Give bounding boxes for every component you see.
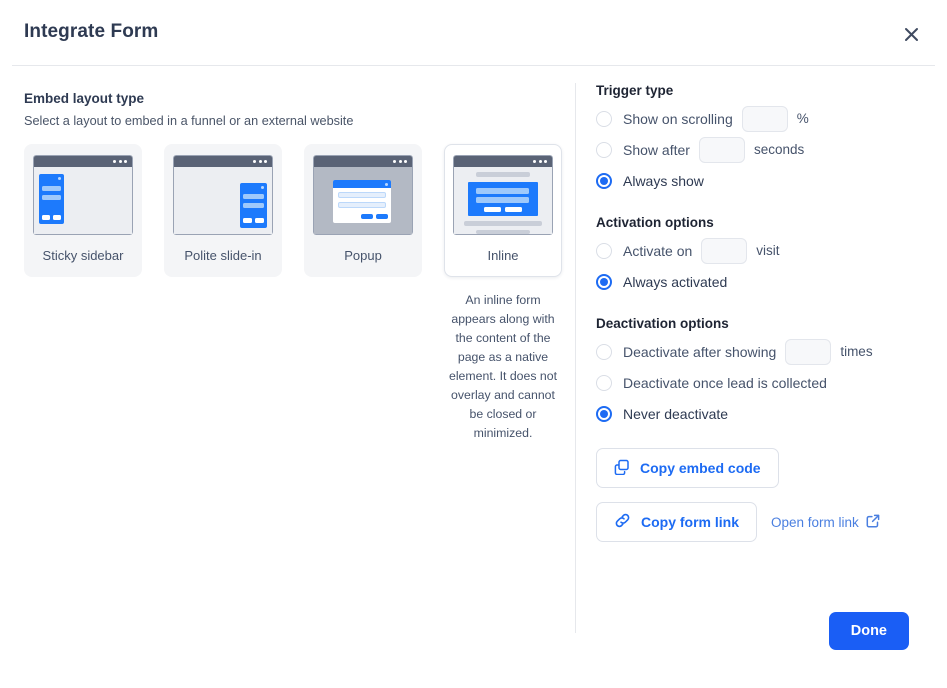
embed-layout-heading: Embed layout type bbox=[24, 91, 145, 106]
page-title: Integrate Form bbox=[24, 21, 159, 42]
option-unit: times bbox=[840, 344, 873, 359]
layout-card-label: Popup bbox=[344, 248, 382, 263]
inline-thumbnail bbox=[453, 155, 553, 235]
layout-description: An inline form appears along with the co… bbox=[448, 293, 557, 441]
layout-card-label: Inline bbox=[487, 248, 519, 263]
radio-always-show[interactable] bbox=[596, 172, 612, 189]
close-icon[interactable] bbox=[897, 20, 925, 48]
deactivation-options-heading: Deactivation options bbox=[596, 316, 729, 331]
embed-layout-card-list: Sticky sidebar Polite slide-in Popup Inl… bbox=[24, 144, 575, 443]
radio-deactivate-once-lead-collected[interactable] bbox=[596, 374, 612, 391]
dialog-body: Embed layout type Select a layout to emb… bbox=[0, 66, 947, 688]
integrate-form-dialog: Integrate Form Embed layout type Select … bbox=[0, 0, 947, 688]
option-show-on-scrolling[interactable]: Show on scrolling % bbox=[596, 104, 947, 133]
show-after-input[interactable] bbox=[698, 136, 745, 163]
dialog-footer: Done bbox=[828, 612, 909, 650]
layout-card-polite-slide-in[interactable]: Polite slide-in bbox=[164, 144, 282, 277]
layout-card-popup[interactable]: Popup bbox=[304, 144, 422, 277]
done-button[interactable]: Done bbox=[828, 612, 909, 650]
option-show-after[interactable]: Show after seconds bbox=[596, 135, 947, 164]
layout-card-inline[interactable]: Inline bbox=[444, 144, 562, 277]
radio-show-after[interactable] bbox=[596, 141, 612, 158]
radio-show-on-scrolling[interactable] bbox=[596, 110, 612, 127]
link-icon bbox=[614, 512, 631, 532]
option-deactivate-after-showing[interactable]: Deactivate after showing times bbox=[596, 337, 947, 366]
activation-options-heading: Activation options bbox=[596, 215, 714, 230]
deactivate-after-showing-input[interactable] bbox=[785, 338, 832, 365]
option-unit: seconds bbox=[753, 142, 805, 157]
option-label: Deactivate after showing bbox=[623, 343, 777, 360]
external-link-icon bbox=[866, 514, 880, 531]
copy-embed-code-button[interactable]: Copy embed code bbox=[596, 448, 779, 488]
copy-embed-code-label: Copy embed code bbox=[640, 460, 761, 476]
option-never-deactivate[interactable]: Never deactivate bbox=[596, 399, 947, 428]
open-form-link[interactable]: Open form link bbox=[771, 514, 880, 531]
option-label: Always activated bbox=[623, 273, 728, 290]
popup-thumbnail bbox=[313, 155, 413, 235]
panel-divider bbox=[575, 83, 576, 633]
option-label: Never deactivate bbox=[623, 405, 729, 422]
option-activate-on[interactable]: Activate on visit bbox=[596, 236, 947, 265]
option-unit: % bbox=[796, 111, 809, 126]
option-always-activated[interactable]: Always activated bbox=[596, 267, 947, 296]
embed-layout-subheading: Select a layout to embed in a funnel or … bbox=[24, 114, 354, 128]
radio-deactivate-after-showing[interactable] bbox=[596, 343, 612, 360]
option-always-show[interactable]: Always show bbox=[596, 166, 947, 195]
option-label: Show on scrolling bbox=[623, 110, 733, 127]
radio-never-deactivate[interactable] bbox=[596, 405, 612, 422]
option-label: Always show bbox=[623, 172, 704, 189]
radio-activate-on[interactable] bbox=[596, 242, 612, 259]
sticky-sidebar-thumbnail bbox=[33, 155, 133, 235]
open-form-link-label: Open form link bbox=[771, 514, 859, 530]
copy-form-link-button[interactable]: Copy form link bbox=[596, 502, 758, 542]
layout-card-label: Polite slide-in bbox=[184, 248, 262, 263]
option-label: Deactivate once lead is collected bbox=[623, 374, 827, 391]
radio-always-activated[interactable] bbox=[596, 273, 612, 290]
option-label: Show after bbox=[623, 141, 690, 158]
layout-card-label: Sticky sidebar bbox=[42, 248, 124, 263]
dialog-header: Integrate Form bbox=[12, 0, 935, 66]
polite-slide-in-thumbnail bbox=[173, 155, 273, 235]
settings-panel: Trigger type Show on scrolling % Show af… bbox=[596, 66, 947, 688]
option-label: Activate on bbox=[623, 242, 693, 259]
copy-icon bbox=[614, 459, 630, 478]
form-link-actions: Copy form link Open form link bbox=[596, 502, 947, 542]
activate-on-input[interactable] bbox=[701, 237, 748, 264]
copy-form-link-label: Copy form link bbox=[641, 514, 740, 530]
show-on-scrolling-input[interactable] bbox=[741, 105, 788, 132]
option-deactivate-once-lead-collected[interactable]: Deactivate once lead is collected bbox=[596, 368, 947, 397]
option-unit: visit bbox=[756, 243, 780, 258]
layout-card-sticky-sidebar[interactable]: Sticky sidebar bbox=[24, 144, 142, 277]
embed-layout-panel: Embed layout type Select a layout to emb… bbox=[0, 66, 575, 688]
trigger-type-heading: Trigger type bbox=[596, 83, 674, 98]
